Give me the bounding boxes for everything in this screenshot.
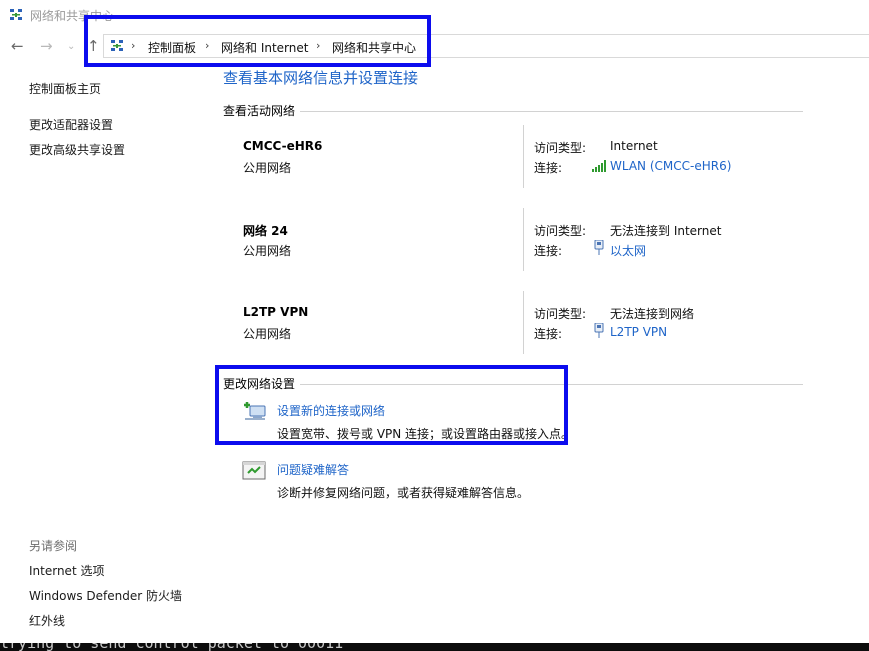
vpn-icon (594, 322, 604, 338)
wifi-signal-icon (592, 160, 606, 172)
new-connection-link[interactable]: 设置新的连接或网络 (277, 402, 385, 419)
network-category[interactable]: 公用网络 (243, 159, 291, 176)
arrow-up-icon[interactable]: ↑ (87, 36, 100, 56)
connection-link[interactable]: 以太网 (610, 242, 646, 259)
access-type-label: 访问类型: (534, 224, 587, 238)
console-text: trying to send control packet to 00011 (0, 643, 343, 651)
network-sharing-icon (9, 8, 23, 22)
breadcrumb-network-internet[interactable]: 网络和 Internet (221, 39, 308, 56)
active-networks-heading: 查看活动网络 (223, 104, 296, 118)
access-type-value: 无法连接到 Internet (610, 224, 722, 238)
access-type-value: Internet (610, 139, 658, 153)
access-type-label: 访问类型: (534, 141, 587, 155)
sidebar-change-advanced-sharing[interactable]: 更改高级共享设置 (29, 141, 125, 158)
network-name: CMCC-eHR6 (243, 139, 323, 153)
breadcrumb-separator: › (205, 39, 210, 52)
sidebar-change-adapter[interactable]: 更改适配器设置 (29, 116, 113, 133)
connection-link[interactable]: WLAN (CMCC-eHR6) (610, 159, 731, 173)
network-divider (523, 291, 524, 354)
connection-label: 连接: (534, 327, 563, 341)
access-type-value: 无法连接到网络 (610, 307, 695, 321)
breadcrumb-separator: › (316, 39, 321, 52)
page-title: 查看基本网络信息并设置连接 (223, 69, 419, 87)
sidebar-control-panel-home[interactable]: 控制面板主页 (29, 80, 101, 97)
window-title: 网络和共享中心 (30, 9, 115, 23)
arrow-left-icon[interactable]: ← (11, 36, 24, 56)
window-titlebar: 网络和共享中心 (0, 0, 869, 30)
see-also-firewall[interactable]: Windows Defender 防火墙 (29, 587, 182, 604)
new-connection-desc: 设置宽带、拨号或 VPN 连接；或设置路由器或接入点。 (277, 427, 574, 441)
section-divider (300, 384, 803, 385)
network-divider (523, 125, 524, 188)
access-type-label: 访问类型: (534, 307, 587, 321)
breadcrumb-control-panel[interactable]: 控制面板 (148, 39, 196, 56)
change-settings-heading: 更改网络设置 (223, 377, 296, 391)
connection-label: 连接: (534, 161, 563, 175)
new-connection-icon (242, 400, 268, 424)
connection-label: 连接: (534, 244, 563, 258)
see-also-infrared[interactable]: 红外线 (29, 612, 65, 629)
network-divider (523, 208, 524, 271)
control-panel-icon (110, 39, 124, 53)
network-name: 网络 24 (243, 224, 288, 238)
network-category[interactable]: 公用网络 (243, 325, 291, 342)
network-name: L2TP VPN (243, 305, 309, 319)
troubleshoot-link[interactable]: 问题疑难解答 (277, 461, 349, 478)
breadcrumb-separator: › (131, 39, 136, 52)
section-divider (300, 111, 803, 112)
arrow-right-icon[interactable]: → (40, 36, 53, 56)
breadcrumb-network-sharing-center[interactable]: 网络和共享中心 (332, 39, 416, 56)
address-bar[interactable]: › 控制面板 › 网络和 Internet › 网络和共享中心 (103, 34, 869, 58)
console-strip: trying to send control packet to 00011 (0, 643, 869, 651)
network-category[interactable]: 公用网络 (243, 242, 291, 259)
see-also-internet-options[interactable]: Internet 选项 (29, 562, 104, 579)
troubleshoot-icon (242, 460, 266, 482)
ethernet-icon (594, 239, 604, 255)
troubleshoot-desc: 诊断并修复网络问题，或者获得疑难解答信息。 (277, 486, 530, 500)
connection-link[interactable]: L2TP VPN (610, 325, 667, 339)
chevron-down-icon[interactable]: ⌄ (67, 37, 75, 57)
see-also-heading: 另请参阅 (29, 539, 78, 553)
